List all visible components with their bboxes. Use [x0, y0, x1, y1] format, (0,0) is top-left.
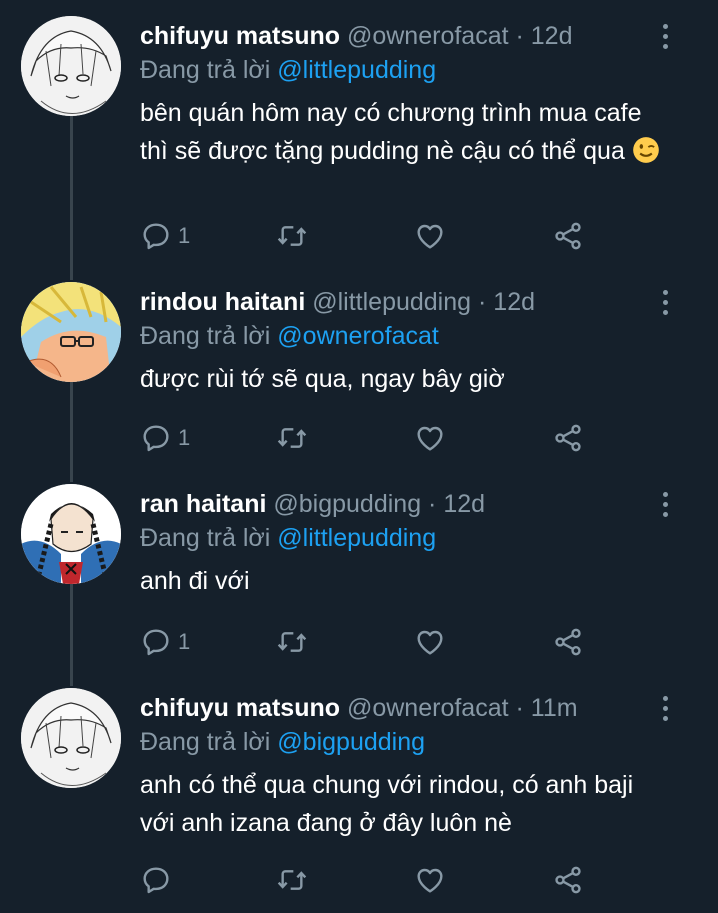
like-icon	[414, 864, 446, 896]
avatar[interactable]	[21, 688, 121, 788]
separator: ·	[478, 288, 487, 316]
like-button[interactable]	[414, 860, 446, 900]
more-options-icon[interactable]	[655, 290, 675, 318]
tweet-body: anh có thể qua chung với rindou, có anh …	[140, 771, 634, 837]
reply-count: 1	[178, 425, 191, 450]
like-icon	[414, 220, 446, 252]
tweet-actions: 1	[140, 622, 600, 662]
reply-button[interactable]: 1	[140, 622, 190, 662]
tweet-actions: 1	[140, 216, 600, 256]
thread-connector	[70, 380, 73, 482]
avatar[interactable]	[21, 282, 121, 382]
share-button[interactable]	[552, 622, 584, 662]
username[interactable]: @ownerofacat	[347, 22, 509, 50]
retweet-icon	[276, 864, 308, 896]
share-button[interactable]	[552, 860, 584, 900]
reply-icon	[140, 422, 172, 454]
tweet-body: bên quán hôm nay có chương trình mua caf…	[140, 99, 642, 165]
share-icon	[552, 864, 584, 896]
display-name[interactable]: chifuyu matsuno	[140, 694, 340, 722]
share-button[interactable]	[552, 216, 584, 256]
tweet-text: bên quán hôm nay có chương trình mua caf…	[140, 94, 660, 170]
replying-to: Đang trả lời @littlepudding	[140, 520, 436, 556]
like-button[interactable]	[414, 216, 446, 256]
replying-to: Đang trả lời @littlepudding	[140, 52, 436, 88]
avatar[interactable]	[21, 16, 121, 116]
display-name[interactable]: chifuyu matsuno	[140, 22, 340, 50]
mention-link[interactable]: @ownerofacat	[277, 322, 439, 350]
retweet-icon	[276, 422, 308, 454]
reply-icon	[140, 220, 172, 252]
like-button[interactable]	[414, 622, 446, 662]
username[interactable]: @littlepudding	[312, 288, 471, 316]
timestamp[interactable]: 12d	[493, 288, 535, 316]
timestamp[interactable]: 12d	[531, 22, 573, 50]
tweet-header: chifuyu matsuno @ownerofacat · 11m	[140, 688, 578, 728]
share-button[interactable]	[552, 418, 584, 458]
more-options-icon[interactable]	[655, 492, 675, 520]
avatar[interactable]	[21, 484, 121, 584]
mention-link[interactable]: @littlepudding	[277, 56, 436, 84]
mention-link[interactable]: @bigpudding	[277, 728, 425, 756]
chifuyu-avatar	[21, 688, 121, 788]
retweet-button[interactable]	[276, 860, 308, 900]
reply-button[interactable]: 1	[140, 216, 190, 256]
replying-label: Đang trả lời	[140, 56, 271, 84]
timestamp[interactable]: 11m	[531, 694, 578, 722]
separator: ·	[428, 490, 437, 518]
more-options-icon[interactable]	[655, 24, 675, 52]
chifuyu-avatar	[21, 16, 121, 116]
retweet-button[interactable]	[276, 418, 308, 458]
tweet-text: anh có thể qua chung với rindou, có anh …	[140, 766, 660, 842]
thread-connector	[70, 104, 73, 280]
replying-label: Đang trả lời	[140, 728, 271, 756]
share-icon	[552, 220, 584, 252]
thread-connector	[70, 582, 73, 686]
reply-count: 1	[178, 223, 191, 248]
reply-button[interactable]	[140, 860, 178, 900]
tweet-body: được rùi tớ sẽ qua, ngay bây giờ	[140, 365, 505, 393]
tweet-actions: 1	[140, 418, 600, 458]
display-name[interactable]: ran haitani	[140, 490, 266, 518]
tweet-text: được rùi tớ sẽ qua, ngay bây giờ	[140, 360, 660, 398]
replying-label: Đang trả lời	[140, 322, 271, 350]
like-icon	[414, 626, 446, 658]
tweet-actions	[140, 860, 600, 900]
separator: ·	[515, 22, 524, 50]
rindou-avatar	[21, 282, 121, 382]
reply-icon	[140, 864, 172, 896]
share-icon	[552, 422, 584, 454]
winking-face-emoji	[632, 137, 659, 163]
tweet-header: chifuyu matsuno @ownerofacat · 12d	[140, 16, 573, 56]
replying-label: Đang trả lời	[140, 524, 271, 552]
tweet-text: anh đi với	[140, 562, 660, 600]
separator: ·	[515, 694, 524, 722]
share-icon	[552, 626, 584, 658]
more-options-icon[interactable]	[655, 696, 675, 724]
retweet-button[interactable]	[276, 622, 308, 662]
display-name[interactable]: rindou haitani	[140, 288, 305, 316]
retweet-icon	[276, 626, 308, 658]
tweet-header: ran haitani @bigpudding · 12d	[140, 484, 485, 524]
like-icon	[414, 422, 446, 454]
timestamp[interactable]: 12d	[443, 490, 485, 518]
retweet-icon	[276, 220, 308, 252]
like-button[interactable]	[414, 418, 446, 458]
ran-avatar	[21, 484, 121, 584]
tweet-header: rindou haitani @littlepudding · 12d	[140, 282, 535, 322]
retweet-button[interactable]	[276, 216, 308, 256]
replying-to: Đang trả lời @bigpudding	[140, 724, 425, 760]
username[interactable]: @ownerofacat	[347, 694, 509, 722]
reply-button[interactable]: 1	[140, 418, 190, 458]
reply-count: 1	[178, 629, 191, 654]
reply-icon	[140, 626, 172, 658]
tweet-body: anh đi với	[140, 567, 250, 595]
username[interactable]: @bigpudding	[273, 490, 421, 518]
replying-to: Đang trả lời @ownerofacat	[140, 318, 439, 354]
mention-link[interactable]: @littlepudding	[277, 524, 436, 552]
